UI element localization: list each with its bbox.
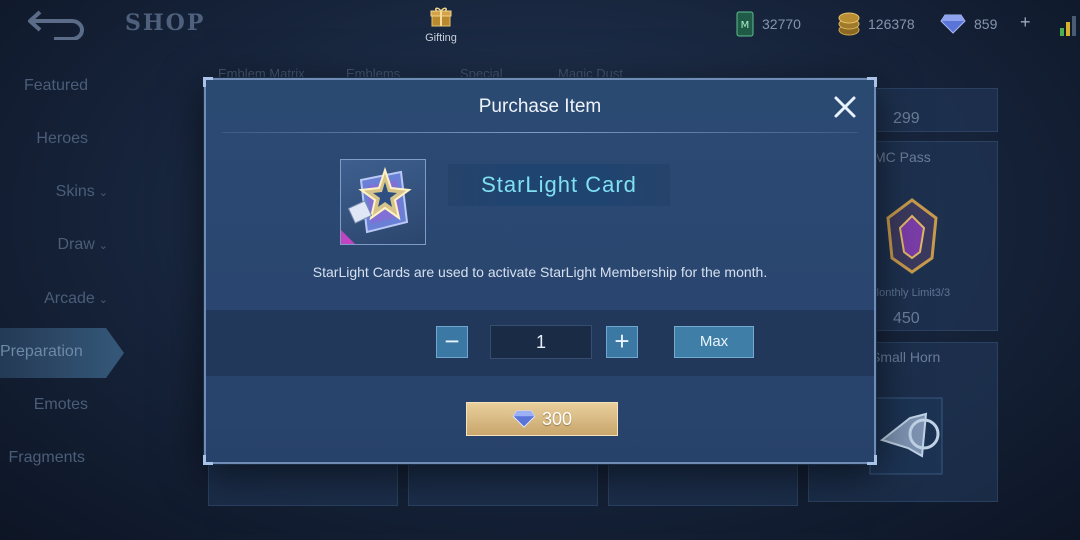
sidebar-item-featured[interactable]: Featured [0, 77, 120, 95]
diamond-icon [512, 410, 536, 428]
sidebar-item-draw[interactable]: Draw ⌄ [0, 236, 120, 254]
currency-membership: M 32770 [736, 10, 801, 38]
diamond-balance: 859 [974, 16, 998, 32]
increase-quantity-button[interactable]: + [606, 326, 638, 358]
price-label: 299 [893, 110, 920, 127]
battle-points-balance: 126378 [868, 16, 915, 32]
frame-corner [203, 77, 213, 87]
sidebar-item-skins[interactable]: Skins ⌄ [0, 183, 120, 201]
membership-balance: 32770 [762, 16, 801, 32]
currency-battle-points: 126378 [838, 10, 915, 38]
quantity-input[interactable] [490, 325, 592, 359]
sidebar-item-emotes[interactable]: Emotes [0, 396, 120, 414]
purchase-button[interactable]: 300 [466, 402, 618, 436]
chevron-down-icon: ⌄ [98, 294, 108, 306]
item-label: Small Horn [871, 349, 941, 365]
item-name-banner: StarLight Card [448, 164, 670, 206]
horn-icon [869, 397, 943, 475]
gift-icon [430, 7, 452, 27]
purchase-price: 300 [541, 408, 573, 429]
monthly-limit-label: Monthly Limit3/3 [870, 287, 951, 299]
frame-corner [867, 455, 877, 465]
sidebar-item-preparation[interactable]: Preparation [0, 328, 124, 378]
decrease-quantity-button[interactable]: − [436, 326, 468, 358]
gifting-label: Gifting [425, 32, 457, 44]
sidebar-item-arcade[interactable]: Arcade ⌄ [0, 290, 120, 308]
purchase-dialog: Purchase Item StarLight Card StarLight C… [203, 77, 877, 465]
sidebar-item-label: Preparation [0, 343, 83, 360]
sidebar-item-label: Arcade [44, 290, 95, 307]
sidebar-item-label: Skins [55, 183, 95, 200]
item-label: MC Pass [874, 149, 931, 165]
sidebar-item-label: Fragments [8, 449, 85, 466]
gifting-button[interactable]: Gifting [416, 6, 466, 46]
chevron-down-icon: ⌄ [98, 187, 108, 199]
currency-diamonds: 859 [940, 10, 997, 38]
battle-points-coin-icon [838, 12, 860, 36]
dialog-title: Purchase Item [478, 96, 602, 117]
back-arrow-icon[interactable] [26, 6, 88, 40]
svg-text:M: M [741, 20, 750, 31]
chevron-down-icon: ⌄ [98, 240, 108, 252]
diamond-icon [940, 14, 966, 34]
frame-corner [203, 455, 213, 465]
sidebar-item-label: Featured [23, 77, 88, 94]
signal-icon [1060, 16, 1076, 36]
divider [222, 132, 858, 133]
price-label: 450 [893, 310, 920, 327]
close-icon[interactable] [832, 94, 858, 120]
sidebar-item-heroes[interactable]: Heroes [0, 130, 120, 148]
max-quantity-button[interactable]: Max [674, 326, 754, 358]
sidebar-item-label: Heroes [36, 130, 88, 147]
sidebar-item-fragments[interactable]: Fragments [0, 449, 120, 467]
membership-card-icon: M [736, 11, 754, 37]
item-thumbnail [340, 159, 426, 245]
sidebar-item-label: Draw [57, 236, 95, 253]
sidebar-item-label: Emotes [33, 396, 88, 413]
mc-pass-icon [886, 198, 938, 274]
add-diamonds-button[interactable]: + [1020, 12, 1031, 33]
starlight-card-icon [341, 166, 412, 244]
frame-corner [867, 77, 877, 87]
item-description: StarLight Cards are used to activate Sta… [312, 264, 768, 280]
item-name: StarLight Card [481, 172, 637, 197]
quantity-selector: − + Max [206, 310, 874, 376]
page-title: SHOP [125, 10, 206, 36]
